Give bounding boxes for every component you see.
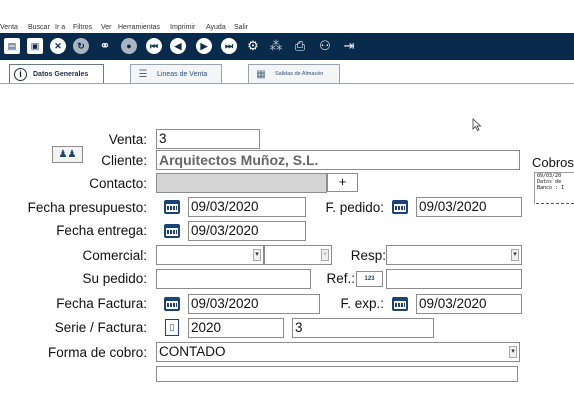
refresh-icon[interactable]: ↻ [73,38,89,54]
cobros-list[interactable]: 09/03/20 Datos de Banco : I [534,172,574,204]
people-icon: ♟♟ [58,149,77,160]
add-contact-button[interactable]: + [327,173,358,192]
menu-filtros[interactable]: Filtros [73,24,92,32]
comercial-select[interactable]: ▾ [156,245,264,265]
menu-imprimir[interactable]: Imprimir [170,24,195,32]
fecha-factura-field[interactable]: 09/03/2020 [188,294,320,314]
last-icon[interactable]: ⏭ [221,38,237,54]
f-pedido-field[interactable]: 09/03/2020 [416,197,522,217]
calendar-icon[interactable] [392,297,408,311]
forma-cobro-value: CONTADO [159,344,226,359]
tab-label: Lineas de Venta [157,70,208,78]
close-circle-icon[interactable]: ✕ [50,38,66,54]
chevron-down-icon[interactable]: ▾ [511,249,519,261]
venta-label: Venta: [108,132,147,147]
cliente-field[interactable]: Arquitectos Muñoz, S.L. [156,150,520,170]
comercial-secondary-select[interactable]: ▾ [264,245,332,265]
serie-field[interactable]: 2020 [188,318,284,338]
forma-cobro-label: Forma de cobro: [47,345,147,360]
fecha-factura-label: Fecha Factura: [56,296,147,311]
invoice-icon[interactable]: ▯ [165,319,179,336]
calendar-icon[interactable] [164,224,180,238]
notes-field[interactable] [156,366,518,382]
first-icon[interactable]: ⏮ [146,38,162,54]
menu-bar: Venta Buscar Ir a Filtros Ver Herramient… [0,0,574,33]
fecha-entrega-label: Fecha entrega: [56,223,147,238]
comercial-label: Comercial: [82,248,147,263]
menu-buscar[interactable]: Buscar [28,24,50,32]
chevron-down-icon[interactable]: ▾ [253,249,261,261]
tab-divider [0,83,574,84]
menu-ayuda[interactable]: Ayuda [206,24,226,32]
menu-salir[interactable]: Salir [234,24,248,32]
cobros-title: Cobros [532,155,574,170]
exit-icon[interactable]: ⇥ [341,38,357,54]
venta-field[interactable]: 3 [156,129,260,149]
resp-label: Resp: [350,248,386,263]
document-icon[interactable]: ▤ [4,38,20,54]
calendar-icon[interactable] [164,297,180,311]
previous-icon[interactable]: ◀ [170,38,186,54]
gear-icon[interactable]: ⚙ [245,38,261,54]
tab-datos-generales[interactable]: i Datos Generales [9,64,104,83]
calendar-icon[interactable] [164,200,180,214]
warehouse-icon: ▦ [256,68,266,80]
menu-ir-a[interactable]: Ir a [55,24,65,32]
su-pedido-field[interactable] [156,269,311,289]
ref-label: Ref.: [326,271,355,286]
print-icon[interactable]: ⎙ [292,38,308,54]
tab-label: Salidas de Almacén [275,71,324,77]
cliente-label: Cliente: [101,153,147,168]
fecha-presupuesto-field[interactable]: 09/03/2020 [188,197,306,217]
lines-icon: ☰ [138,68,148,80]
f-exp-label: F. exp.: [340,296,384,311]
ref-number-button[interactable]: 123 [356,271,383,287]
chevron-down-icon[interactable]: ▾ [321,249,329,261]
forma-cobro-select[interactable]: CONTADO ▾ [156,342,520,362]
su-pedido-label: Su pedido: [82,271,147,286]
contacto-label: Contacto: [89,176,147,191]
menu-venta[interactable]: Venta [0,24,18,32]
fecha-presupuesto-label: Fecha presupuesto: [27,200,147,215]
fecha-entrega-field[interactable]: 09/03/2020 [188,221,306,241]
cobros-separator [536,203,574,204]
chevron-down-icon[interactable]: ▾ [509,346,517,358]
serie-factura-label: Serie / Factura: [54,320,147,335]
binoculars-icon[interactable]: ⚭ [97,38,113,54]
cobros-line: Banco : I [537,185,565,191]
f-exp-field[interactable]: 09/03/2020 [416,294,522,314]
next-icon[interactable]: ▶ [196,38,212,54]
contacto-field[interactable] [156,173,327,193]
network-icon[interactable]: ⁂ [268,38,284,54]
tab-salidas-de-almacen[interactable]: ▦ Salidas de Almacén [248,64,340,83]
client-search-button[interactable]: ♟♟ [52,146,83,163]
menu-ver[interactable]: Ver [101,24,112,32]
user-icon[interactable]: ⚇ [317,38,333,54]
toolbar: ▤ ▣ ✕ ↻ ⚭ ● ⏮ ◀ ▶ ⏭ ⚙ ⁂ ⎙ ⚇ ⇥ [0,33,574,60]
info-icon: i [14,67,27,81]
mouse-cursor-icon [472,118,482,132]
factura-field[interactable]: 3 [292,318,434,338]
settings-icon[interactable]: ● [121,38,137,54]
tab-lineas-de-venta[interactable]: ☰ Lineas de Venta [130,64,222,83]
resp-select[interactable]: ▾ [386,245,522,265]
menu-herramientas[interactable]: Herramientas [118,24,160,32]
f-pedido-label: F. pedido: [325,200,384,215]
ref-field[interactable] [386,269,522,289]
save-icon[interactable]: ▣ [27,38,43,54]
tab-label: Datos Generales [33,70,89,78]
calendar-icon[interactable] [392,200,408,214]
